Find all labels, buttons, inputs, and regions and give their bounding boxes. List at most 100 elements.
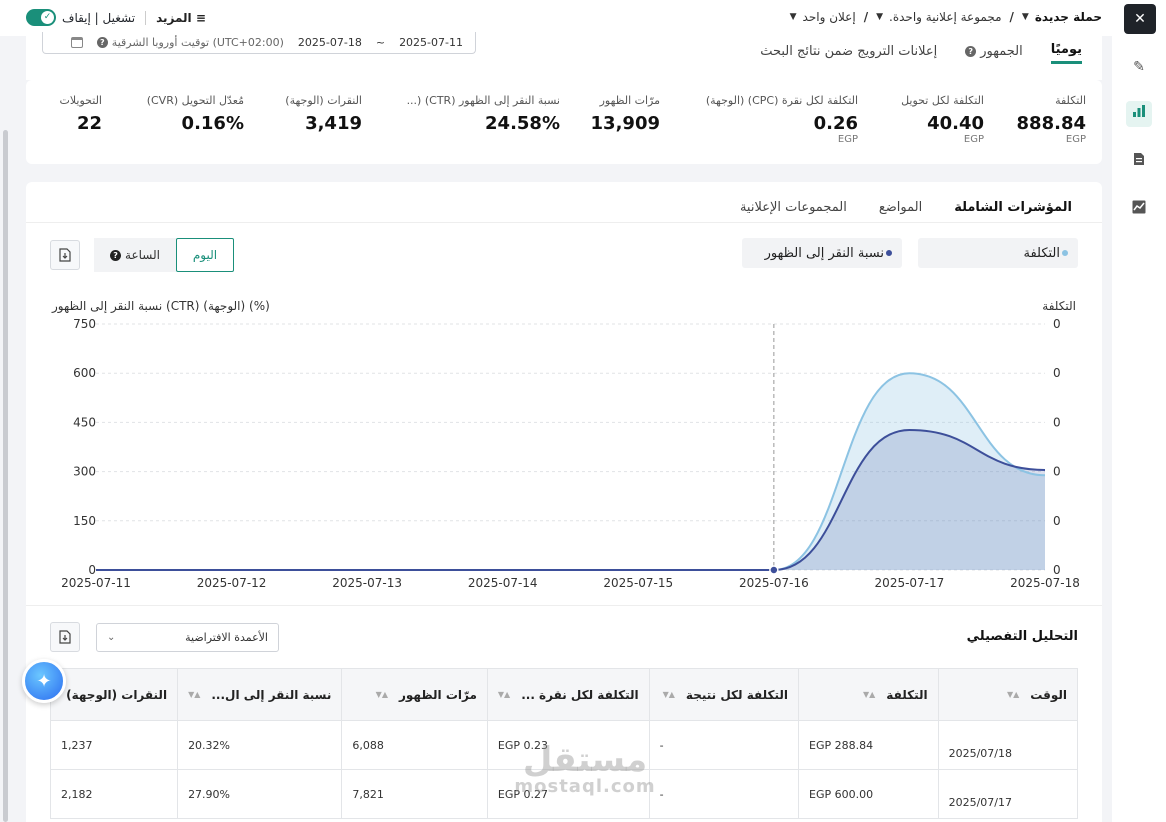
sort-icon[interactable]: ▲▼ bbox=[188, 690, 200, 699]
left-tick-label: 300 bbox=[73, 465, 96, 479]
chevron-down-icon[interactable]: ▼ bbox=[790, 12, 797, 22]
sort-icon[interactable]: ▲▼ bbox=[376, 690, 388, 699]
help-icon[interactable]: ? bbox=[965, 45, 977, 57]
metric-label: التكلفة لكل تحويل bbox=[901, 94, 984, 107]
header-label: التكلفة لكل نقرة ... bbox=[521, 687, 639, 702]
help-icon[interactable]: ? bbox=[96, 37, 108, 48]
metric2-selector[interactable]: نسبة النقر إلى الظهور bbox=[742, 238, 902, 268]
timezone-label: (UTC+02:00) توقيت أوروبا الشرقية bbox=[111, 36, 284, 49]
edit-icon[interactable]: ✎ bbox=[1126, 54, 1152, 80]
cell-cost-per-result: - bbox=[648, 769, 800, 819]
close-icon[interactable]: ✕ bbox=[1124, 4, 1156, 34]
breadcrumb-ad[interactable]: إعلان واحد bbox=[803, 10, 856, 24]
more-label: المزيد bbox=[156, 10, 192, 25]
chevron-down-icon[interactable]: ▼ bbox=[876, 12, 883, 22]
metric-label: التحويلات bbox=[59, 94, 103, 107]
line-chart-icon[interactable] bbox=[1126, 197, 1152, 223]
sort-icon[interactable]: ▲▼ bbox=[863, 690, 875, 699]
bar-chart-icon[interactable] bbox=[1126, 101, 1152, 127]
metric-value: 0.26 bbox=[813, 113, 858, 134]
metric-ctr: نسبة النقر إلى الظهور (CTR) (... 24.58% bbox=[407, 94, 560, 134]
x-tick-label: 2025-07-13 bbox=[332, 576, 402, 590]
table-header-row: الوقت ▲▼ التكلفة ▲▼ التكلفة لكل نتيجة ▲▼ ال… bbox=[49, 668, 1079, 721]
sort-icon[interactable]: ▲▼ bbox=[663, 690, 675, 699]
left-tick-label: 450 bbox=[73, 415, 96, 429]
on-off-toggle[interactable]: ✓ bbox=[26, 9, 56, 26]
cell-cost: EGP 600.00 bbox=[798, 769, 939, 819]
x-tick-label: 2025-07-17 bbox=[875, 576, 945, 590]
metric-label: النقرات (الوجهة) bbox=[285, 94, 362, 107]
header-label: الوقت bbox=[1030, 687, 1067, 702]
assistant-icon[interactable]: ✦ bbox=[22, 659, 66, 703]
metric-conversions: التحويلات 22 bbox=[60, 94, 103, 134]
more-menu-button[interactable]: ≡ المزيد bbox=[156, 11, 206, 25]
column-header[interactable]: نسبة النقر إلى ال... ▲▼ bbox=[177, 668, 343, 721]
column-header[interactable]: مرّات الظهور ▲▼ bbox=[341, 668, 488, 721]
tab-ad-groups[interactable]: المجموعات الإعلانية bbox=[724, 194, 863, 220]
tab-daily[interactable]: يوميًا bbox=[1050, 36, 1082, 64]
tab-placements[interactable]: المواضع bbox=[863, 194, 938, 220]
header-label: النقرات (الوجهة) bbox=[66, 687, 168, 702]
metrics-summary: التكلفة 888.84 EGP التكلفة لكل تحويل 40.… bbox=[26, 80, 1102, 164]
metric2-label: نسبة النقر إلى الظهور bbox=[764, 245, 884, 261]
toggle-label: تشغيل | إيقاف bbox=[62, 10, 136, 25]
table-title: التحليل التفصيلي bbox=[966, 629, 1078, 644]
metric-cvr: مُعدّل التحويل (CVR) 0.16% bbox=[147, 94, 244, 134]
chart-svg: نسبة النقر إلى الظهور (CTR) (الوجهة) (%)… bbox=[51, 299, 1080, 590]
metric-label: مُعدّل التحويل (CVR) bbox=[146, 94, 244, 107]
cell-clicks: 2,182 bbox=[49, 769, 179, 819]
download-icon[interactable] bbox=[50, 622, 80, 652]
header-label: مرّات الظهور bbox=[398, 687, 477, 702]
hour-button[interactable]: ? الساعة bbox=[94, 238, 176, 272]
metric-cpc: التكلفة لكل نقرة (CPC) (الوجهة) 0.26 EGP bbox=[706, 94, 858, 145]
document-icon[interactable] bbox=[1126, 149, 1152, 175]
chevron-down-icon: ⌄ bbox=[107, 632, 116, 643]
columns-selector[interactable]: الأعمدة الافتراضية ⌄ bbox=[96, 623, 279, 652]
scrollbar[interactable] bbox=[3, 130, 8, 822]
date-separator: ~ bbox=[375, 36, 386, 49]
metric1-selector[interactable]: التكلفة bbox=[918, 238, 1078, 268]
left-tick-label: 600 bbox=[73, 366, 96, 380]
calendar-icon[interactable] bbox=[70, 37, 83, 48]
cell-impressions: 6,088 bbox=[341, 720, 488, 770]
cell-cost: EGP 288.84 bbox=[798, 720, 939, 770]
column-header[interactable]: التكلفة ▲▼ bbox=[798, 668, 939, 721]
metric-value: 3,419 bbox=[305, 113, 362, 134]
series-dot bbox=[886, 250, 892, 256]
date-range-picker[interactable]: 2025-07-11 ~ 2025-07-18 (UTC+02:00) توقي… bbox=[42, 32, 476, 54]
hover-point bbox=[769, 565, 779, 575]
breadcrumb-campaign[interactable]: حملة جديدة bbox=[1035, 10, 1102, 24]
tab-audience-label: الجمهور bbox=[980, 43, 1023, 59]
header-label: التكلفة لكل نتيجة bbox=[685, 687, 789, 702]
column-header[interactable]: الوقت ▲▼ bbox=[937, 668, 1079, 721]
tab-overall-metrics[interactable]: المؤشرات الشاملة bbox=[938, 194, 1088, 220]
cell-date: 2025/07/17 bbox=[937, 769, 1079, 819]
right-tick-label: 0 bbox=[1053, 465, 1061, 479]
date-end: 2025-07-18 bbox=[297, 36, 362, 49]
column-header[interactable]: النقرات (الوجهة) bbox=[49, 668, 179, 721]
metric-unit: EGP bbox=[837, 134, 858, 145]
tab-search-ads[interactable]: إعلانات الترويج ضمن نتائج البحث bbox=[760, 36, 937, 64]
metric-label: نسبة النقر إلى الظهور (CTR) (... bbox=[406, 94, 560, 107]
right-axis-label: التكلفة bbox=[1042, 299, 1076, 313]
tab-audience[interactable]: الجمهور? bbox=[965, 36, 1023, 64]
series-area bbox=[96, 429, 1045, 570]
metric-label: التكلفة bbox=[1055, 94, 1086, 107]
column-header[interactable]: التكلفة لكل نتيجة ▲▼ bbox=[648, 668, 800, 721]
chevron-down-icon[interactable]: ▼ bbox=[1022, 12, 1029, 22]
sort-icon[interactable]: ▲▼ bbox=[498, 690, 510, 699]
metric-cost-per-conversion: التكلفة لكل تحويل 40.40 EGP bbox=[901, 94, 984, 145]
header-label: نسبة النقر إلى ال... bbox=[211, 687, 332, 702]
download-icon[interactable] bbox=[50, 240, 80, 270]
metric-label: مرّات الظهور bbox=[599, 94, 660, 107]
metric-cost: التكلفة 888.84 EGP bbox=[1017, 94, 1086, 145]
x-tick-label: 2025-07-12 bbox=[197, 576, 267, 590]
column-header[interactable]: التكلفة لكل نقرة ... ▲▼ bbox=[486, 668, 650, 721]
metric-value: 0.16% bbox=[181, 113, 244, 134]
help-icon[interactable]: ? bbox=[110, 249, 122, 261]
day-button[interactable]: اليوم bbox=[176, 238, 234, 272]
right-tick-label: 0 bbox=[1053, 415, 1061, 429]
sort-icon[interactable]: ▲▼ bbox=[1007, 690, 1019, 699]
breadcrumb-ad-group[interactable]: مجموعة إعلانية واحدة. bbox=[889, 10, 1002, 24]
right-tick-label: 0 bbox=[1053, 317, 1061, 331]
